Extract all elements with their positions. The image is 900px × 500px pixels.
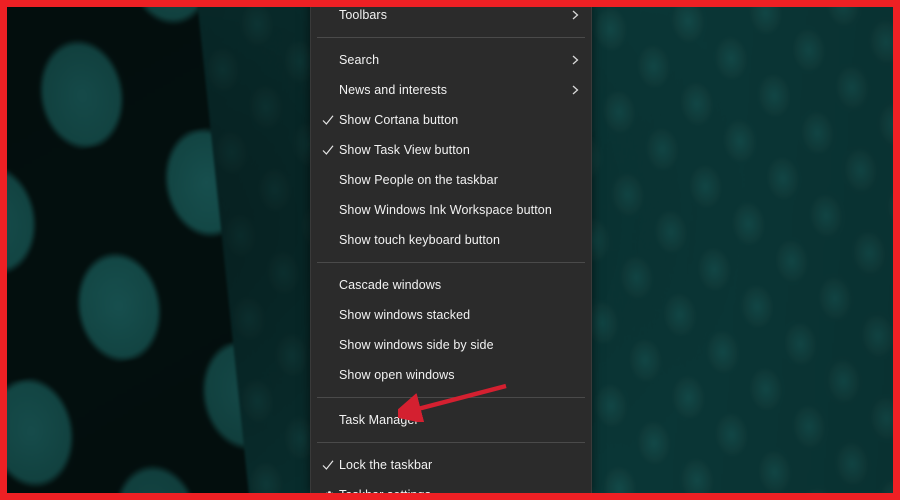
menu-item-label: Show Cortana button <box>339 113 459 127</box>
menu-item-label: Toolbars <box>339 8 388 22</box>
check-icon <box>321 143 335 157</box>
menu-item-label: Cascade windows <box>339 278 442 292</box>
menu-item-show-windows-side-by-side[interactable]: Show windows side by side <box>311 330 591 360</box>
menu-item-label: Show Task View button <box>339 143 470 157</box>
menu-item-label: Show windows side by side <box>339 338 494 352</box>
menu-item-show-people-on-the-taskbar[interactable]: Show People on the taskbar <box>311 165 591 195</box>
menu-item-task-manager[interactable]: Task Manager <box>311 405 591 435</box>
menu-separator <box>317 262 585 263</box>
menu-item-label: Show windows stacked <box>339 308 471 322</box>
menu-item-label: Show touch keyboard button <box>339 233 501 247</box>
menu-item-cascade-windows[interactable]: Cascade windows <box>311 270 591 300</box>
menu-item-toolbars[interactable]: Toolbars <box>311 0 591 30</box>
menu-item-label: Task Manager <box>339 413 419 427</box>
menu-item-label: Lock the taskbar <box>339 458 433 472</box>
menu-item-label: Show People on the taskbar <box>339 173 498 187</box>
screenshot-root: Toolbars Search News and interests Show … <box>0 0 900 500</box>
menu-item-show-cortana-button[interactable]: Show Cortana button <box>311 105 591 135</box>
menu-item-label: Search <box>339 53 380 67</box>
menu-item-lock-the-taskbar[interactable]: Lock the taskbar <box>311 450 591 480</box>
taskbar-context-menu[interactable]: Toolbars Search News and interests Show … <box>310 0 592 500</box>
menu-separator <box>317 442 585 443</box>
menu-item-label: Show open windows <box>339 368 455 382</box>
menu-item-label: Show Windows Ink Workspace button <box>339 203 552 217</box>
menu-item-news-and-interests[interactable]: News and interests <box>311 75 591 105</box>
gear-icon <box>321 488 335 500</box>
menu-item-show-windows-ink-workspace-button[interactable]: Show Windows Ink Workspace button <box>311 195 591 225</box>
menu-item-label: News and interests <box>339 83 448 97</box>
menu-item-taskbar-settings[interactable]: Taskbar settings <box>311 480 591 500</box>
chevron-right-icon <box>569 84 581 96</box>
menu-item-search[interactable]: Search <box>311 45 591 75</box>
menu-item-label: Taskbar settings <box>339 488 431 500</box>
menu-item-show-open-windows[interactable]: Show open windows <box>311 360 591 390</box>
check-icon <box>321 113 335 127</box>
chevron-right-icon <box>569 9 581 21</box>
menu-separator <box>317 397 585 398</box>
menu-item-show-touch-keyboard-button[interactable]: Show touch keyboard button <box>311 225 591 255</box>
menu-item-show-windows-stacked[interactable]: Show windows stacked <box>311 300 591 330</box>
check-icon <box>321 458 335 472</box>
chevron-right-icon <box>569 54 581 66</box>
menu-separator <box>317 37 585 38</box>
menu-item-show-task-view-button[interactable]: Show Task View button <box>311 135 591 165</box>
